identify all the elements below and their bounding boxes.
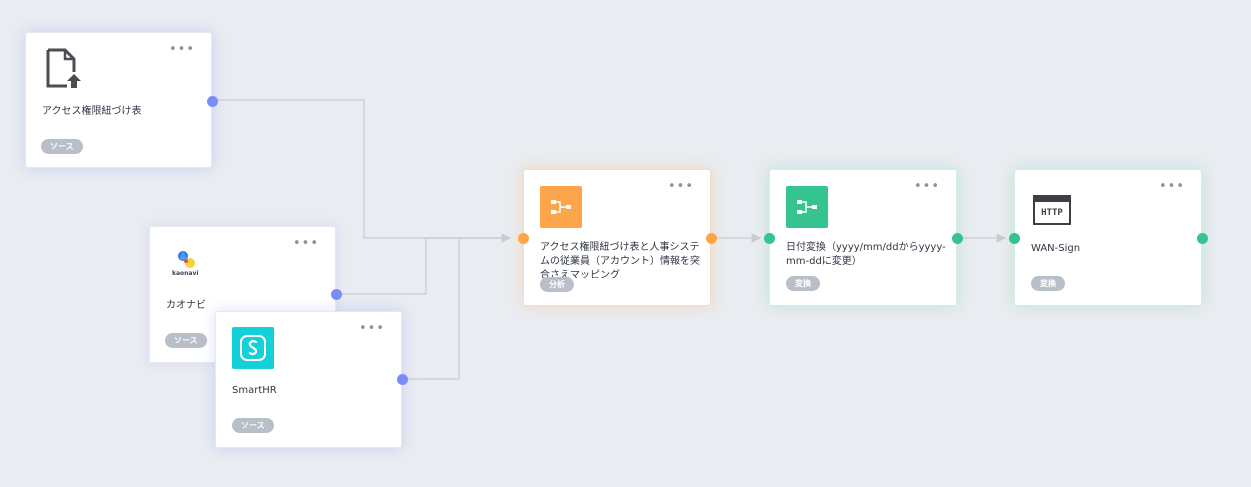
node-label: SmartHR xyxy=(232,385,277,396)
flow-split-icon xyxy=(786,186,828,228)
node-date-convert[interactable]: ••• 日付変換（yyyy/mm/ddからyyyy-mm-ddに変更） 変換 xyxy=(764,169,963,306)
output-port[interactable] xyxy=(952,233,963,244)
node-type-badge: ソース xyxy=(41,139,83,154)
node-label: アクセス権限紐づけ表 xyxy=(42,106,142,117)
output-port[interactable] xyxy=(1197,233,1208,244)
node-label: アクセス権限紐づけ表と人事システムの従業員（アカウント）情報を突合さえマッピング xyxy=(540,242,700,278)
node-access-table[interactable]: ••• アクセス権限紐づけ表 ソース xyxy=(25,32,218,168)
edge-access-to-mapping xyxy=(212,99,512,243)
node-label: WAN-Sign xyxy=(1031,243,1081,254)
node-mapping[interactable]: ••• アクセス権限紐づけ表と人事システムの従業員（アカウント）情報を突合さえマ… xyxy=(518,169,717,306)
node-type-badge: ソース xyxy=(232,418,274,433)
output-port[interactable] xyxy=(706,233,717,244)
node-label: カオナビ xyxy=(166,300,206,311)
node-type-badge: 変換 xyxy=(1031,276,1065,291)
output-port[interactable] xyxy=(207,96,218,107)
input-port[interactable] xyxy=(764,233,775,244)
node-menu-button[interactable]: ••• xyxy=(359,322,385,335)
node-wan-sign[interactable]: HTTP ••• WAN-Sign 変換 xyxy=(1009,169,1208,306)
node-type-badge: 分析 xyxy=(540,277,574,292)
node-menu-button[interactable]: ••• xyxy=(169,43,195,56)
node-menu-button[interactable]: ••• xyxy=(1159,180,1185,193)
node-menu-button[interactable]: ••• xyxy=(668,180,694,193)
output-port[interactable] xyxy=(397,374,408,385)
smarthr-logo xyxy=(232,327,274,369)
input-port[interactable] xyxy=(1009,233,1020,244)
file-upload-icon xyxy=(45,48,83,94)
node-menu-button[interactable]: ••• xyxy=(293,237,319,250)
node-smarthr[interactable]: ••• SmartHR ソース xyxy=(215,311,408,448)
node-menu-button[interactable]: ••• xyxy=(914,180,940,193)
node-type-badge: 変換 xyxy=(786,276,820,291)
flow-split-icon xyxy=(540,186,582,228)
kaonavi-logo: kaonavi xyxy=(170,249,206,279)
node-type-badge: ソース xyxy=(165,333,207,348)
http-icon-text: HTTP xyxy=(1035,202,1069,223)
output-port[interactable] xyxy=(331,289,342,300)
kaonavi-logo-text: kaonavi xyxy=(172,270,199,277)
edge-kaonavi-to-mapping xyxy=(336,237,510,295)
http-icon: HTTP xyxy=(1033,195,1071,225)
edge-smarthr-to-mapping xyxy=(402,237,510,380)
input-port[interactable] xyxy=(518,233,529,244)
node-label: 日付変換（yyyy/mm/ddからyyyy-mm-ddに変更） xyxy=(786,242,946,267)
